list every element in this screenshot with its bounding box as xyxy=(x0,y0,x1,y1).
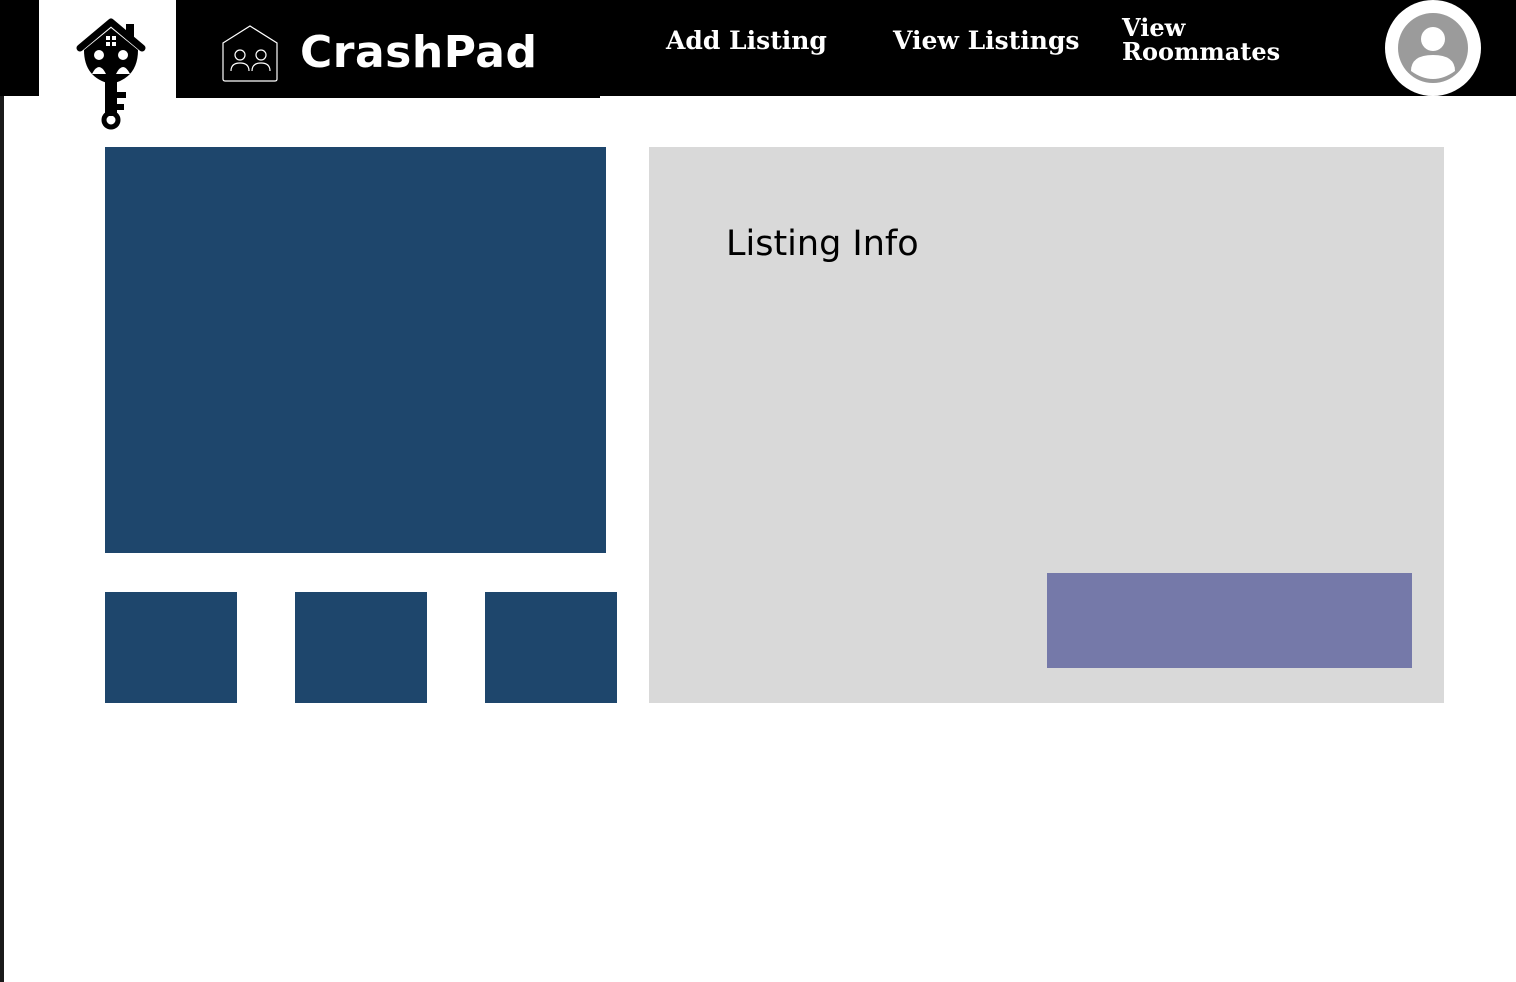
house-key-logo-icon[interactable] xyxy=(72,16,150,130)
house-people-icon xyxy=(222,25,278,82)
nav-view-listings[interactable]: View Listings xyxy=(893,26,1080,55)
window-left-edge xyxy=(0,0,4,982)
nav-view-roommates[interactable]: View Roommates xyxy=(1122,16,1312,64)
thumbnail-1[interactable] xyxy=(105,592,237,703)
brand-name: CrashPad xyxy=(300,27,538,78)
thumbnail-2[interactable] xyxy=(295,592,427,703)
main-listing-photo xyxy=(105,147,606,553)
thumbnail-3[interactable] xyxy=(485,592,617,703)
user-avatar-icon[interactable] xyxy=(1398,13,1468,83)
brand-underline xyxy=(176,96,600,98)
listing-action-button[interactable] xyxy=(1047,573,1412,668)
listing-info-title: Listing Info xyxy=(726,224,919,264)
nav-add-listing[interactable]: Add Listing xyxy=(666,26,827,55)
